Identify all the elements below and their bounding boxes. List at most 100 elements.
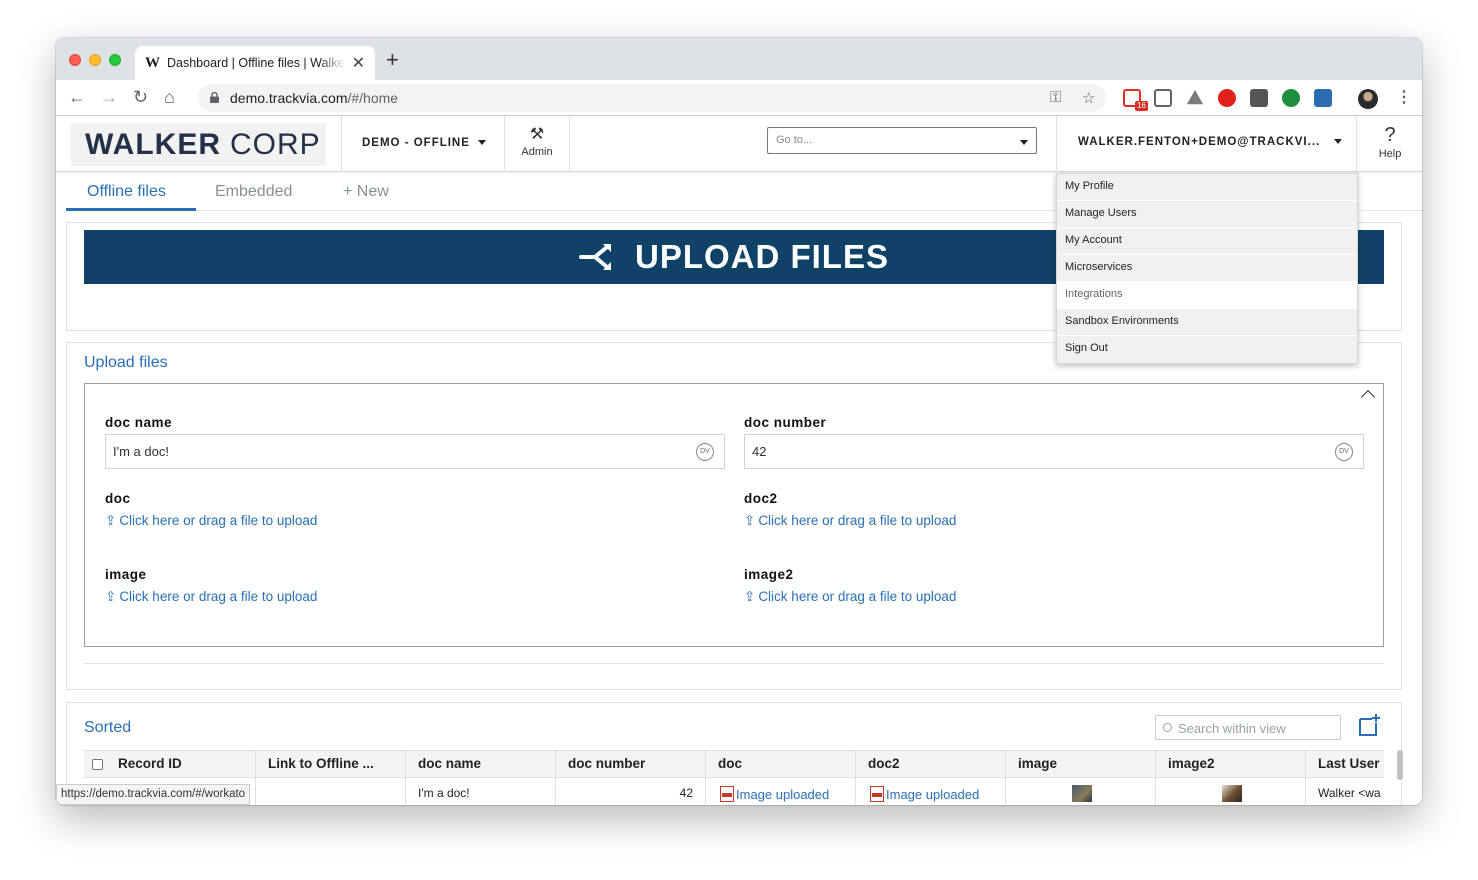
cell-doc-number: 42 (556, 778, 706, 805)
table-row[interactable]: I'm a doc! 42 Image uploaded Image uploa… (84, 778, 1384, 805)
menu-item-my-account[interactable]: My Account (1057, 228, 1357, 255)
menu-item-sign-out[interactable]: Sign Out (1057, 336, 1357, 363)
maximize-window-button[interactable] (109, 54, 121, 66)
browser-toolbar: ← → ↻ ⌂ demo.trackvia.com/#/home ⚿ ☆ 16 … (56, 80, 1422, 116)
records-table: Record ID Link to Offline ... doc name d… (84, 750, 1384, 805)
new-tab-button[interactable]: + (386, 49, 399, 71)
column-image2[interactable]: image2 (1156, 751, 1306, 778)
url-text: demo.trackvia.com/#/home (230, 90, 399, 106)
cell-last-user: Walker <wa (1318, 786, 1381, 800)
chevron-down-icon (1334, 139, 1343, 145)
chevron-down-icon (477, 140, 486, 146)
admin-button[interactable]: ⚒ Admin (505, 126, 569, 158)
tab-new[interactable]: + New (343, 183, 389, 201)
cell-image2[interactable] (1156, 778, 1306, 805)
menu-item-microservices[interactable]: Microservices (1057, 255, 1357, 282)
back-arrow-icon[interactable]: ← (68, 87, 86, 107)
search-within-view-input[interactable]: Search within view (1155, 715, 1341, 740)
upload-icon: ⇪ (744, 513, 756, 528)
cell-image[interactable] (1006, 778, 1156, 805)
image-thumbnail[interactable] (1222, 785, 1242, 802)
reload-icon[interactable]: ↻ (133, 87, 148, 107)
menu-item-sandbox-environments[interactable]: Sandbox Environments (1057, 309, 1357, 336)
doc-name-label: doc name (105, 415, 173, 430)
doc-number-input[interactable]: 42 DV (744, 434, 1364, 469)
doc-name-input[interactable]: I'm a doc! DV (105, 434, 725, 469)
column-doc-name[interactable]: doc name (406, 751, 556, 778)
screenshot-extension-icon[interactable] (1154, 89, 1172, 107)
image-label: image (105, 567, 147, 582)
forward-arrow-icon[interactable]: → (100, 87, 118, 107)
header-divider (1056, 116, 1057, 172)
address-bar[interactable]: demo.trackvia.com/#/home ⚿ ☆ (198, 84, 1106, 112)
chevron-down-icon (1020, 140, 1028, 145)
goto-select[interactable]: Go to... (767, 127, 1037, 154)
column-doc2[interactable]: doc2 (856, 751, 1006, 778)
cell-doc2[interactable]: Image uploaded (856, 778, 1006, 805)
menu-item-my-profile[interactable]: My Profile (1057, 174, 1357, 201)
adblock-extension-icon[interactable] (1218, 89, 1236, 107)
select-all-checkbox[interactable] (92, 759, 103, 770)
default-value-icon[interactable]: DV (1335, 443, 1353, 461)
recycle-extension-icon[interactable] (1282, 89, 1300, 107)
column-doc-number[interactable]: doc number (556, 751, 706, 778)
column-link-offline[interactable]: Link to Offline ... (256, 751, 406, 778)
divider (84, 663, 1384, 664)
upload-icon: ⇪ (744, 589, 756, 604)
shield-extension-icon[interactable] (1250, 89, 1268, 107)
question-icon: ? (1384, 124, 1396, 146)
doc-number-label: doc number (744, 415, 827, 430)
image-upload-link[interactable]: ⇪ Click here or drag a file to upload (105, 589, 317, 605)
image-thumbnail[interactable] (1072, 785, 1092, 802)
default-value-icon[interactable]: DV (696, 443, 714, 461)
column-last-user[interactable]: Last User (1306, 751, 1384, 778)
close-window-button[interactable] (69, 54, 81, 66)
user-menu[interactable]: WALKER.FENTON+DEMO@TRACKVI... (1078, 136, 1343, 148)
browser-tab-active[interactable]: W Dashboard | Offline files | Walker Cor… (135, 46, 375, 80)
app-switcher[interactable]: DEMO - OFFLINE (362, 137, 486, 149)
menu-item-manage-users[interactable]: Manage Users (1057, 201, 1357, 228)
upload-form-title: Upload files (84, 354, 168, 371)
gmail-extension-icon[interactable]: 16 (1123, 89, 1148, 111)
minimize-window-button[interactable] (89, 54, 101, 66)
image2-label: image2 (744, 567, 794, 582)
cell-link[interactable] (256, 778, 406, 805)
add-record-icon[interactable] (1357, 713, 1381, 737)
browser-tab-title: Dashboard | Offline files | Walker Corp (167, 56, 346, 70)
cell-doc[interactable]: Image uploaded (706, 778, 856, 805)
chevron-up-icon[interactable] (1360, 389, 1376, 405)
browser-window: W Dashboard | Offline files | Walker Cor… (56, 38, 1422, 805)
tab-embedded[interactable]: Embedded (215, 183, 292, 201)
vertical-scrollbar[interactable] (1397, 750, 1403, 780)
doc2-upload-link[interactable]: ⇪ Click here or drag a file to upload (744, 513, 956, 529)
column-doc[interactable]: doc (706, 751, 856, 778)
cell-doc-name: I'm a doc! (406, 778, 556, 805)
column-image[interactable]: image (1006, 751, 1156, 778)
menu-item-integrations[interactable]: Integrations (1057, 282, 1357, 309)
tab-offline-files[interactable]: Offline files (87, 183, 166, 201)
pdf-file-icon (720, 786, 734, 802)
upload-form: doc name I'm a doc! DV doc number 42 DV … (84, 383, 1384, 647)
browser-tabstrip: W Dashboard | Offline files | Walker Cor… (56, 38, 1422, 80)
doc-upload-link[interactable]: ⇪ Click here or drag a file to upload (105, 513, 317, 529)
sorted-view-title: Sorted (84, 719, 132, 736)
help-button[interactable]: ? Help (1362, 124, 1418, 160)
app-header: WALKER CORP DEMO - OFFLINE ⚒ Admin Go to… (56, 116, 1422, 172)
header-divider (1356, 116, 1357, 172)
browser-menu-icon[interactable]: ⋮ (1396, 87, 1412, 107)
profile-avatar[interactable] (1358, 89, 1378, 109)
key-icon[interactable]: ⚿ (1050, 89, 1061, 106)
lock-icon (210, 92, 219, 103)
column-record-id[interactable]: Record ID (84, 751, 256, 778)
home-icon[interactable]: ⌂ (164, 87, 175, 107)
s-extension-icon[interactable] (1314, 89, 1332, 107)
image2-upload-link[interactable]: ⇪ Click here or drag a file to upload (744, 589, 956, 605)
company-logo[interactable]: WALKER CORP (71, 123, 326, 166)
bookmark-star-icon[interactable]: ☆ (1082, 89, 1095, 107)
active-tab-indicator (66, 208, 196, 211)
table-header: Record ID Link to Offline ... doc name d… (84, 750, 1384, 778)
sorted-view-panel: Sorted Search within view Record ID Link… (66, 702, 1403, 805)
drive-extension-icon[interactable] (1186, 89, 1204, 105)
tools-icon: ⚒ (529, 126, 545, 143)
close-tab-icon[interactable]: ✕ (352, 53, 365, 73)
